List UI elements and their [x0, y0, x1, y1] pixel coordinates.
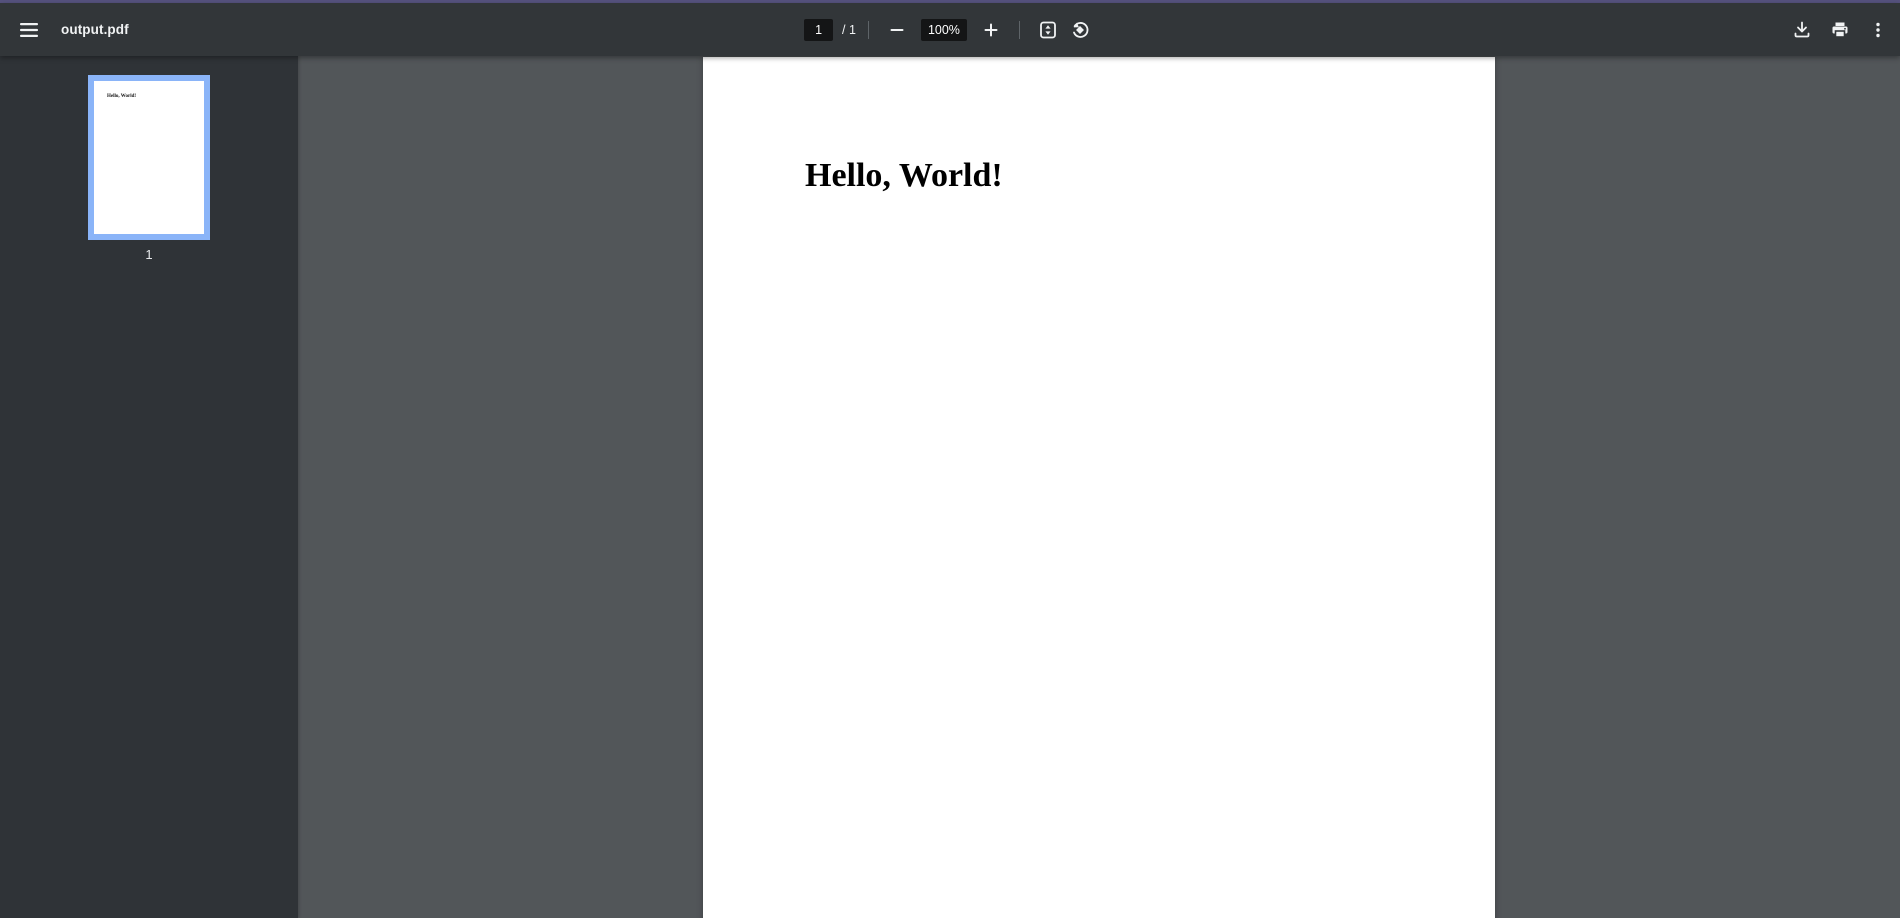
zoom-out-button[interactable]	[881, 14, 913, 46]
rotate-button[interactable]	[1064, 14, 1096, 46]
plus-icon	[984, 23, 998, 36]
pdf-page-1: Hello, World!	[703, 57, 1495, 918]
pdf-viewer-window: output.pdf / 1	[0, 0, 1900, 918]
zoom-level-input[interactable]	[920, 18, 967, 41]
thumbnail-sidebar: Hello, World! 1	[0, 56, 298, 918]
viewer-content: Hello, World! 1 Hello, World!	[0, 56, 1900, 918]
thumbnail-item: Hello, World! 1	[88, 75, 210, 262]
page-number-input[interactable]	[804, 18, 834, 41]
fit-to-page-icon	[1040, 21, 1056, 38]
fit-to-page-button[interactable]	[1032, 14, 1064, 46]
minus-icon	[890, 28, 904, 31]
toolbar-left-section: output.pdf	[0, 14, 804, 46]
download-button[interactable]	[1786, 14, 1818, 46]
toolbar-right-section	[1096, 14, 1900, 46]
rotate-counterclockwise-icon	[1073, 21, 1089, 38]
zoom-in-button[interactable]	[975, 14, 1007, 46]
pdf-page-heading: Hello, World!	[805, 157, 1003, 194]
more-options-button[interactable]	[1862, 14, 1894, 46]
toolbar-divider	[867, 20, 869, 39]
pdf-toolbar: output.pdf / 1	[0, 3, 1900, 56]
page-1-thumbnail[interactable]: Hello, World!	[88, 75, 210, 240]
page-count-label: / 1	[842, 22, 856, 37]
thumbnail-page-text: Hello, World!	[107, 94, 137, 99]
document-title: output.pdf	[61, 22, 129, 37]
sidebar-toggle-button[interactable]	[13, 14, 45, 46]
toolbar-divider	[1018, 20, 1020, 39]
print-icon	[1832, 22, 1848, 38]
print-button[interactable]	[1824, 14, 1856, 46]
thumbnail-page-number: 1	[145, 247, 153, 262]
menu-icon	[20, 22, 38, 37]
document-viewport[interactable]: Hello, World!	[298, 56, 1900, 918]
kebab-menu-icon	[1876, 22, 1880, 37]
toolbar-center-section: / 1	[804, 14, 1096, 46]
download-icon	[1794, 21, 1810, 37]
